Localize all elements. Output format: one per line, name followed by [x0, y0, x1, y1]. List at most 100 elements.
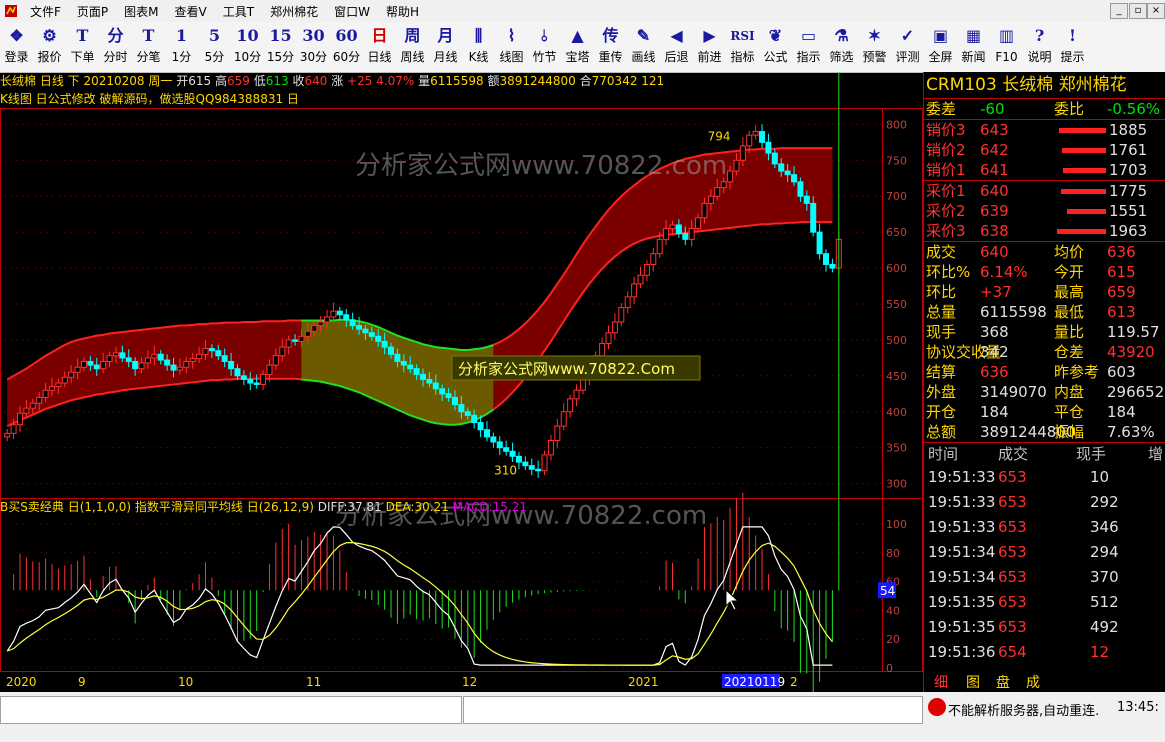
macd-info-bar: B买S卖经典 日(1,1,0,0) 指数平滑异同平均线 日(26,12,9) D… — [0, 498, 923, 516]
toolbar-button-24[interactable]: ▭ 指示 — [792, 22, 825, 72]
toolbar-button-23[interactable]: ❦ 公式 — [759, 22, 792, 72]
toolbar-button-22[interactable]: RSI 指标 — [726, 22, 759, 72]
toolbar-button-18[interactable]: 传重传 — [594, 22, 627, 72]
toolbar-button-2[interactable]: T 下单 — [66, 22, 99, 72]
toolbar-button-19[interactable]: ✎ 画线 — [627, 22, 660, 72]
menu-page[interactable]: 页面P — [69, 3, 116, 20]
stat-value: 6115598 — [980, 303, 1047, 321]
tick-row: 19:51:35 653 492 — [924, 615, 1165, 640]
tick-price: 653 — [998, 518, 1027, 536]
menu-tools[interactable]: 工具T — [215, 3, 262, 20]
price-axis-label: 450 — [886, 370, 907, 383]
toolbar-button-28[interactable]: ▣ 全屏 — [924, 22, 957, 72]
volume-value: 6115598 — [430, 74, 484, 88]
toolbar-button-9[interactable]: 30 30分 — [297, 22, 330, 72]
oi-value: 770342 121 — [591, 74, 665, 88]
tick-price: 653 — [998, 543, 1027, 561]
tick-row: 19:51:33 653 10 — [924, 465, 1165, 490]
stat-row: 开仓 184 平仓 184 — [924, 402, 1165, 422]
toolbar-button-17[interactable]: ▲ 宝塔 — [561, 22, 594, 72]
toolbar-button-14[interactable]: ⫼ K线 — [462, 22, 495, 72]
candle-body — [266, 364, 273, 375]
candle-body — [618, 307, 625, 323]
bids-volume: 1551 — [1109, 202, 1148, 220]
candle-body — [336, 310, 343, 316]
menu-chart[interactable]: 图表M — [116, 3, 166, 20]
candle-body — [631, 283, 638, 298]
tick-list[interactable]: 19:51:33 653 10 19:51:33 653 292 19:51:33 653 34… — [924, 465, 1165, 665]
toolbar-button-12[interactable]: 周周线 — [396, 22, 429, 72]
menu-zhengzhou-cotton[interactable]: 郑州棉花 — [262, 3, 326, 20]
toolbar-icon: RSI — [730, 29, 755, 43]
toolbar-label: 重传 — [598, 50, 623, 64]
stat-label: 环比 — [926, 283, 957, 301]
tick-volume: 292 — [1090, 493, 1119, 511]
tab-trades[interactable]: 成 — [1026, 672, 1040, 692]
tick-row: 19:51:34 653 370 — [924, 565, 1165, 590]
tick-row: 19:51:34 653 294 — [924, 540, 1165, 565]
date-axis-label: 20210119 — [724, 675, 785, 689]
high-annotation: 794 — [708, 130, 731, 144]
candle-body — [164, 359, 171, 366]
tick-header-extra: 增 — [1148, 445, 1164, 463]
diff-line — [6, 526, 833, 666]
macd-indicator-name[interactable]: 指数平滑异同平均线 — [135, 500, 243, 514]
minimize-button[interactable]: _ — [1110, 3, 1128, 19]
toolbar-button-5[interactable]: 1 1分 — [165, 22, 198, 72]
toolbar-button-13[interactable]: 月月线 — [429, 22, 462, 72]
toolbar-icon: T — [142, 26, 155, 45]
app-logo-icon — [0, 2, 22, 20]
toolbar-button-27[interactable]: ✓ 评测 — [891, 22, 924, 72]
toolbar-button-10[interactable]: 60 60分 — [330, 22, 363, 72]
toolbar-button-7[interactable]: 10 10分 — [231, 22, 264, 72]
toolbar-button-8[interactable]: 15 15分 — [264, 22, 297, 72]
toolbar-button-4[interactable]: T 分笔 — [132, 22, 165, 72]
open-value: 615 — [188, 74, 212, 88]
candle-body — [125, 357, 132, 362]
date-axis-label: 2 — [790, 675, 798, 689]
candle-body — [400, 360, 407, 366]
toolbar-button-26[interactable]: ✶ 预警 — [858, 22, 891, 72]
close-button[interactable]: × — [1147, 3, 1165, 19]
stat-value: 184 — [980, 403, 1009, 421]
toolbar-button-1[interactable]: ⚙ 报价 — [33, 22, 66, 72]
toolbar-button-11[interactable]: 日日线 — [363, 22, 396, 72]
asks-label: 销价2 — [926, 141, 966, 159]
toolbar-button-32[interactable]: ! 提示 — [1056, 22, 1089, 72]
toolbar-button-25[interactable]: ⚗ 筛选 — [825, 22, 858, 72]
restore-button[interactable]: ▫ — [1129, 3, 1147, 19]
candle-body — [93, 364, 100, 370]
toolbar-button-3[interactable]: 分分时 — [99, 22, 132, 72]
tab-chart[interactable]: 图 — [966, 672, 980, 692]
candle-body — [112, 352, 119, 357]
toolbar-button-16[interactable]: ⫰ 竹节 — [528, 22, 561, 72]
candle-body — [144, 357, 151, 364]
toolbar-label: 1分 — [171, 50, 192, 64]
tab-book[interactable]: 盘 — [996, 672, 1010, 692]
formula-info-bar[interactable]: K线图 日公式修改 破解源码，做选股QQ984388831 日 — [0, 90, 923, 108]
tab-detail[interactable]: 细 — [934, 672, 948, 692]
menu-help[interactable]: 帮助H — [378, 3, 427, 20]
chart-canvas[interactable]: 800750700650600550500450400350300794310分… — [0, 72, 923, 713]
candle-body — [292, 339, 299, 342]
candle-body — [746, 134, 753, 147]
menu-window[interactable]: 窗口W — [326, 3, 378, 20]
chart-area[interactable]: 800 750 700 650 600 550 500 450 400 350 300 794 310 分… — [0, 72, 923, 713]
toolbar-label: 预警 — [862, 50, 887, 64]
toolbar-icon: ▭ — [800, 26, 817, 45]
toolbar-button-20[interactable]: ◀ 后退 — [660, 22, 693, 72]
toolbar-button-30[interactable]: ▥ F10 — [990, 22, 1023, 72]
menu-view[interactable]: 查看V — [167, 3, 215, 20]
candle-body — [547, 440, 554, 456]
toolbar-button-21[interactable]: ▶ 前进 — [693, 22, 726, 72]
candle-body — [100, 360, 107, 370]
toolbar-button-0[interactable]: ❖ 登录 — [0, 22, 33, 72]
toolbar-button-31[interactable]: ? 说明 — [1023, 22, 1056, 72]
menu-file[interactable]: 文件F — [22, 3, 69, 20]
toolbar-button-6[interactable]: 5 5分 — [198, 22, 231, 72]
price-axis-label: 350 — [886, 442, 907, 455]
toolbar-button-29[interactable]: ▦ 新闻 — [957, 22, 990, 72]
tick-table-header: 时间 成交 现手 增 — [924, 442, 1165, 465]
toolbar-button-15[interactable]: ⌇ 线图 — [495, 22, 528, 72]
bs-indicator-name[interactable]: B买S卖经典 — [0, 500, 64, 514]
